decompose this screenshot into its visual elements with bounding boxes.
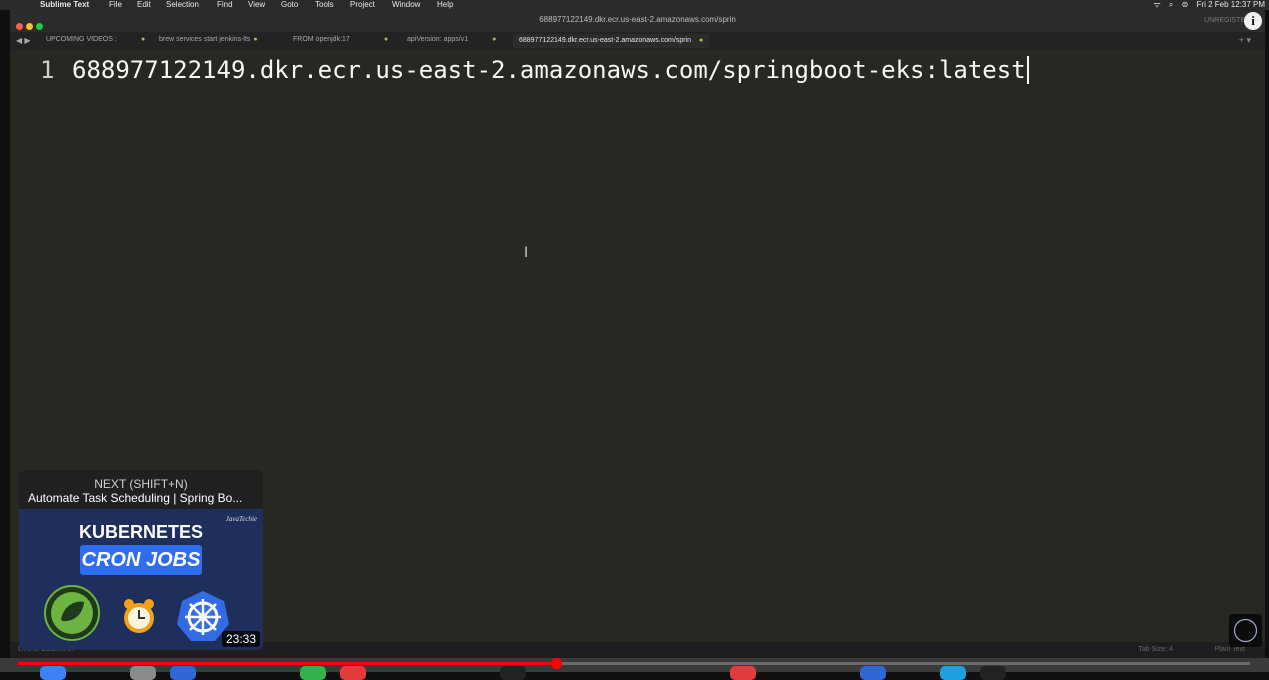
line-number: 1 — [40, 56, 55, 84]
video-progress-bar[interactable] — [18, 658, 1250, 669]
menu-goto[interactable]: Goto — [281, 0, 298, 10]
unsaved-dot-icon: ● — [141, 36, 146, 43]
new-tab-icon[interactable]: + ▾ — [1239, 35, 1251, 46]
tab-label: 688977122149.dkr.ecr.us-east-2.amazonaws… — [519, 37, 691, 44]
tab-label: FROM openjdk:17 — [293, 36, 350, 43]
ibeam-cursor-icon: I — [524, 245, 529, 261]
menu-file[interactable]: File — [109, 0, 122, 10]
tab-label: apiVersion: apps/v1 — [407, 36, 469, 43]
menu-app-name[interactable]: Sublime Text — [40, 0, 89, 10]
window-titlebar: 688977122149.dkr.ecr.us-east-2.amazonaws… — [10, 10, 1265, 32]
minimize-window-button[interactable] — [26, 23, 33, 30]
tab-dirty-dot: ● — [138, 36, 145, 43]
menu-selection[interactable]: Selection — [166, 0, 199, 10]
search-icon[interactable]: ⌕ — [1169, 0, 1173, 9]
unsaved-dot-icon: ● — [383, 36, 389, 43]
tab-brew-services[interactable]: brew services start jenkins-lts ● — [159, 36, 258, 43]
wifi-icon[interactable]: ᯤ — [1153, 0, 1160, 9]
sublime-icon[interactable] — [980, 666, 1006, 680]
up-next-card[interactable]: NEXT (SHIFT+N) Automate Task Scheduling … — [19, 470, 263, 650]
menu-find[interactable]: Find — [217, 0, 233, 10]
window-title: 688977122149.dkr.ecr.us-east-2.amazonaws… — [539, 15, 736, 24]
tab-label: UPCOMING VIDEOS : — [46, 36, 117, 43]
terminal-icon[interactable] — [500, 666, 526, 680]
menu-view[interactable]: View — [248, 0, 265, 10]
video-progress-fill — [18, 662, 557, 665]
youtube-icon[interactable] — [730, 666, 756, 680]
info-icon[interactable]: i — [1244, 12, 1262, 30]
menu-window[interactable]: Window — [392, 0, 420, 10]
calendar-icon[interactable] — [340, 666, 366, 680]
menubar-datetime[interactable]: Fri 2 Feb 12:37 PM — [1197, 0, 1265, 9]
launchpad-icon[interactable] — [130, 666, 156, 680]
code-text: 688977122149.dkr.ecr.us-east-2.amazonaws… — [72, 56, 1026, 84]
tab-label: brew services start jenkins-lts — [159, 36, 251, 43]
close-window-button[interactable] — [16, 23, 23, 30]
menu-project[interactable]: Project — [350, 0, 375, 10]
macos-dock — [0, 658, 1269, 680]
browser-icon[interactable] — [940, 666, 966, 680]
video-duration-badge: 23:33 — [221, 631, 260, 647]
menu-help[interactable]: Help — [437, 0, 453, 10]
tab-upcoming-videos[interactable]: UPCOMING VIDEOS : — [46, 36, 117, 43]
tab-api-version[interactable]: apiVersion: apps/v1 ● — [407, 36, 496, 43]
spring-logo-icon — [44, 585, 100, 641]
tab-bar: ◀ ▶ UPCOMING VIDEOS : ● brew services st… — [10, 32, 1265, 51]
up-next-title[interactable]: Automate Task Scheduling | Spring Bo... — [28, 491, 262, 505]
messages-icon[interactable] — [300, 666, 326, 680]
status-area: ᯤ ⌕ ⊜ Fri 2 Feb 12:37 PM — [1147, 0, 1265, 10]
zoom-window-button[interactable] — [36, 23, 43, 30]
channel-watermark-logo[interactable] — [1229, 614, 1262, 647]
syntax-selector[interactable]: Plain Text — [1215, 646, 1245, 653]
control-center-icon[interactable]: ⊜ — [1182, 0, 1189, 9]
up-next-thumbnail[interactable]: JavaTechie KUBERNETES CRON JOBS 23:33 — [19, 509, 263, 650]
tab-ecr-image[interactable]: 688977122149.dkr.ecr.us-east-2.amazonaws… — [513, 34, 710, 48]
tab-size-selector[interactable]: Tab Size: 4 — [1138, 646, 1173, 653]
thumbnail-title-line1: KUBERNETES — [78, 522, 203, 542]
macos-menubar: Sublime Text File Edit Selection Find Vi… — [0, 0, 1269, 10]
channel-logo-icon — [1233, 618, 1258, 643]
menu-tools[interactable]: Tools — [315, 0, 334, 10]
thumbnail-title-line2: CRON JOBS — [80, 545, 202, 575]
menu-edit[interactable]: Edit — [137, 0, 151, 10]
unsaved-dot-icon: ● — [253, 36, 258, 43]
code-line[interactable]: 688977122149.dkr.ecr.us-east-2.amazonaws… — [72, 56, 1029, 84]
tab-from-openjdk[interactable]: FROM openjdk:17 ● — [293, 36, 388, 43]
up-next-label: NEXT (SHIFT+N) — [94, 477, 188, 491]
tab-nav-arrows-icon[interactable]: ◀ ▶ — [16, 36, 31, 45]
app-store-icon[interactable] — [170, 666, 196, 680]
unsaved-dot-icon: ● — [699, 37, 704, 44]
unregistered-label: UNREGISTE — [1204, 17, 1245, 24]
alarm-clock-icon — [124, 599, 154, 633]
finder-icon[interactable] — [40, 666, 66, 680]
unsaved-dot-icon: ● — [492, 36, 497, 43]
vscode-icon[interactable] — [860, 666, 886, 680]
text-caret — [1026, 56, 1029, 84]
